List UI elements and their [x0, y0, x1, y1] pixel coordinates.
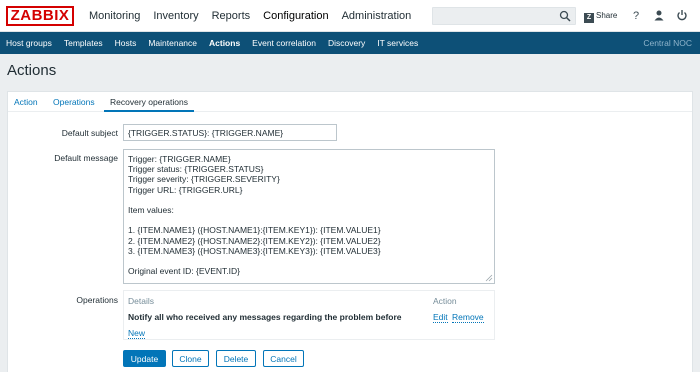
resize-grip-icon[interactable]	[485, 274, 493, 282]
default-message-textarea[interactable]: Trigger: {TRIGGER.NAME} Trigger status: …	[123, 149, 495, 284]
delete-button[interactable]: Delete	[216, 350, 256, 367]
default-subject-label: Default subject	[61, 128, 118, 138]
sub-nav-host-groups[interactable]: Host groups	[0, 32, 58, 54]
form-tabs: Action Operations Recovery operations	[8, 92, 692, 112]
main-nav-reports[interactable]: Reports	[207, 0, 256, 32]
sub-nav-event-correlation[interactable]: Event correlation	[246, 32, 322, 54]
operations-label: Operations	[76, 295, 118, 305]
clone-button[interactable]: Clone	[172, 350, 209, 367]
sub-nav: Host groups Templates Hosts Maintenance …	[0, 32, 700, 54]
sub-nav-hosts[interactable]: Hosts	[109, 32, 143, 54]
main-nav-configuration[interactable]: Configuration	[258, 0, 333, 32]
cancel-button[interactable]: Cancel	[263, 350, 304, 367]
search-icon[interactable]	[559, 10, 571, 22]
power-icon[interactable]	[675, 9, 689, 23]
user-icon[interactable]	[652, 9, 666, 23]
update-button[interactable]: Update	[123, 350, 166, 367]
share-label: Share	[596, 11, 618, 20]
edit-operation-link[interactable]: Edit	[433, 312, 448, 323]
share-icon: Z	[584, 13, 594, 23]
sub-nav-templates[interactable]: Templates	[58, 32, 109, 54]
sub-nav-it-services[interactable]: IT services	[371, 32, 424, 54]
column-header-details: Details	[128, 296, 154, 306]
operation-details: Notify all who received any messages reg…	[128, 312, 402, 322]
share-button[interactable]: Z Share	[584, 9, 617, 23]
column-header-action: Action	[433, 296, 457, 306]
main-nav: Monitoring Inventory Reports Configurati…	[84, 0, 419, 32]
new-operation-link[interactable]: New	[128, 328, 146, 339]
sub-nav-actions[interactable]: Actions	[203, 32, 246, 54]
main-nav-inventory[interactable]: Inventory	[148, 0, 203, 32]
sub-nav-maintenance[interactable]: Maintenance	[142, 32, 203, 54]
operations-table: Details Action Notify all who received a…	[123, 290, 495, 340]
top-header: ZABBIX Monitoring Inventory Reports Conf…	[0, 0, 700, 32]
zabbix-logo[interactable]: ZABBIX	[6, 6, 74, 26]
default-message-label: Default message	[54, 153, 118, 163]
remove-operation-link[interactable]: Remove	[452, 312, 484, 323]
tab-action[interactable]: Action	[14, 92, 38, 112]
page-title: Actions	[7, 62, 57, 79]
action-form-panel: Action Operations Recovery operations De…	[7, 91, 693, 372]
help-icon[interactable]: ?	[629, 9, 643, 23]
tab-operations[interactable]: Operations	[53, 92, 95, 112]
search-input[interactable]	[432, 7, 576, 25]
default-subject-input[interactable]	[123, 124, 337, 141]
tab-recovery-operations[interactable]: Recovery operations	[104, 92, 194, 112]
main-nav-monitoring[interactable]: Monitoring	[84, 0, 145, 32]
main-nav-administration[interactable]: Administration	[337, 0, 417, 32]
server-node-label: Central NOC	[643, 38, 692, 48]
sub-nav-discovery[interactable]: Discovery	[322, 32, 371, 54]
